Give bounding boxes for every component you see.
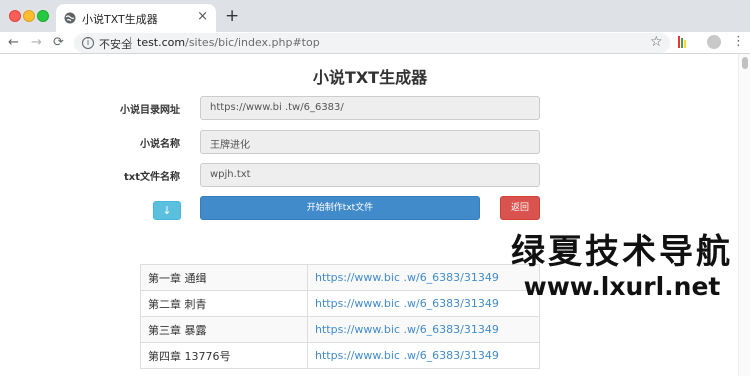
table-row: 第四章 13776号 https://www.bic .w/6_6383/313… xyxy=(140,342,540,369)
globe-icon xyxy=(64,12,76,24)
catalog-url-input[interactable]: https://www.bi .tw/6_6383/ xyxy=(200,96,540,120)
txt-filename-input[interactable]: wpjh.txt xyxy=(200,163,540,187)
zoom-window-button[interactable] xyxy=(37,10,49,22)
chapter-title: 第三章 暴露 xyxy=(140,316,308,343)
back-button[interactable]: 返回 xyxy=(500,196,540,220)
extension-icon[interactable] xyxy=(678,36,686,48)
table-row: 第一章 通缉 https://www.bic .w/6_6383/31349 xyxy=(140,264,540,291)
watermark: 绿夏技术导航 www.lxurl.net xyxy=(503,232,741,302)
chapter-title: 第一章 通缉 xyxy=(140,264,308,291)
download-arrow-button[interactable]: ↓ xyxy=(153,201,181,220)
close-window-button[interactable] xyxy=(9,10,21,22)
browser-tab[interactable]: 小说TXT生成器 × xyxy=(56,4,216,32)
bookmark-star-icon[interactable]: ☆ xyxy=(650,34,663,50)
chapter-table: 第一章 通缉 https://www.bic .w/6_6383/31349 第… xyxy=(140,264,540,369)
page-title: 小说TXT生成器 xyxy=(312,68,428,87)
profile-avatar-icon[interactable] xyxy=(707,35,721,49)
tab-title: 小说TXT生成器 xyxy=(82,13,158,26)
table-row: 第三章 暴露 https://www.bic .w/6_6383/31349 xyxy=(140,316,540,343)
address-bar[interactable]: i 不安全 test.com/sites/bic/index.php#top xyxy=(74,33,670,53)
forward-arrow-icon[interactable]: → xyxy=(31,35,42,51)
watermark-url: www.lxurl.net xyxy=(523,272,721,301)
browser-menu-icon[interactable]: ⋮ xyxy=(732,34,745,49)
chapter-title: 第四章 13776号 xyxy=(140,342,308,369)
info-icon[interactable]: i xyxy=(82,37,94,49)
tab-close-icon[interactable]: × xyxy=(197,9,208,24)
scrollbar-thumb[interactable] xyxy=(742,57,748,69)
url-path: /sites/bic xyxy=(185,36,235,49)
browser-toolbar: ← → ⟳ i 不安全 test.com/sites/bic/index.php… xyxy=(0,32,750,54)
minimize-window-button[interactable] xyxy=(23,10,35,22)
security-label: 不安全 xyxy=(99,38,132,51)
novel-name-label: 小说名称 xyxy=(140,139,180,150)
new-tab-button[interactable]: + xyxy=(225,6,239,26)
start-generate-button[interactable]: 开始制作txt文件 xyxy=(200,196,480,220)
table-row: 第二章 刺青 https://www.bic .w/6_6383/31349 xyxy=(140,290,540,317)
page-viewport: 小说TXT生成器 小说目录网址 https://www.bi .tw/6_638… xyxy=(0,54,750,376)
url-tail: /index.php#top xyxy=(234,36,320,49)
txt-filename-label: txt文件名称 xyxy=(123,172,180,183)
chapter-title: 第二章 刺青 xyxy=(140,290,308,317)
browser-tab-strip: 小说TXT生成器 × + xyxy=(0,0,750,32)
watermark-title: 绿夏技术导航 xyxy=(511,232,733,272)
url-host: test.com xyxy=(137,36,186,49)
url-text[interactable]: test.com/sites/bic/index.php#top xyxy=(137,36,320,49)
novel-name-input[interactable]: 王牌进化 xyxy=(200,130,540,154)
chapter-link[interactable]: https://www.bic .w/6_6383/31349 xyxy=(307,342,540,369)
page-scrollbar[interactable] xyxy=(738,54,750,376)
address-separator xyxy=(130,37,131,49)
reload-icon[interactable]: ⟳ xyxy=(53,35,64,51)
chapter-link[interactable]: https://www.bic .w/6_6383/31349 xyxy=(307,316,540,343)
catalog-url-label: 小说目录网址 xyxy=(120,105,180,116)
back-arrow-icon[interactable]: ← xyxy=(8,35,19,51)
